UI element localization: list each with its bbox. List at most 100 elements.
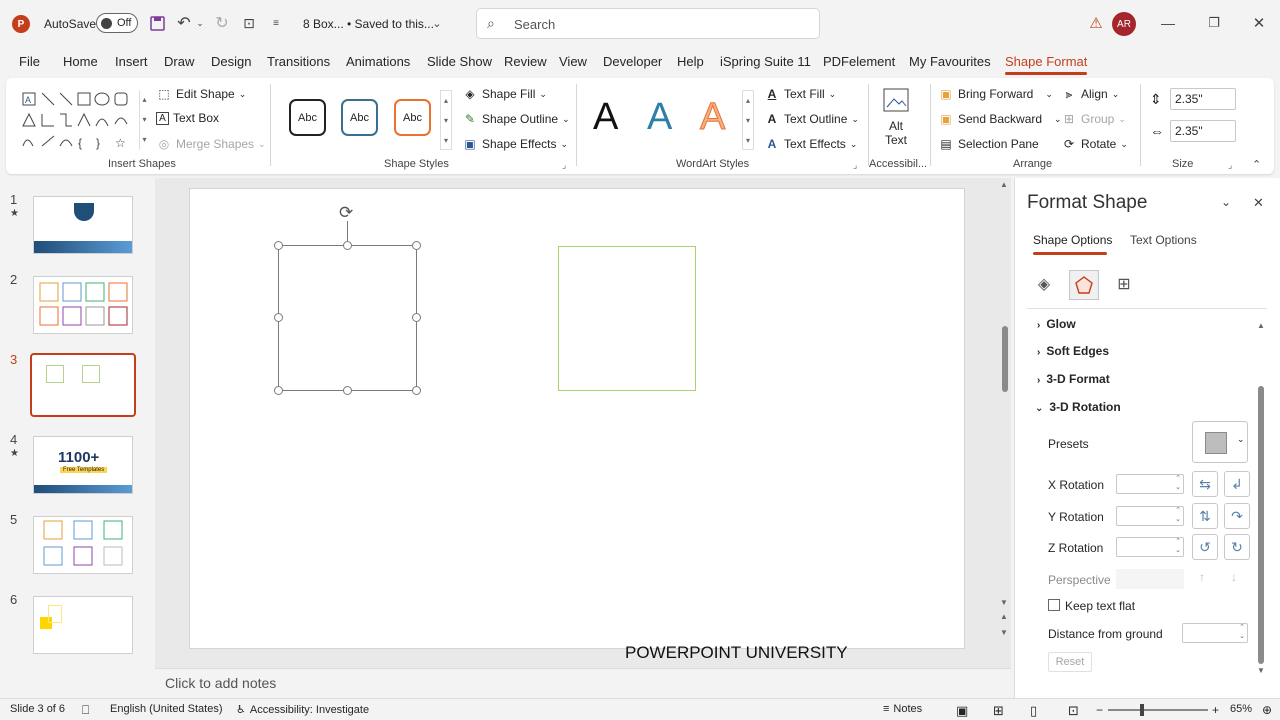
tab-help[interactable]: Help: [677, 54, 704, 69]
resize-handle-ne[interactable]: [412, 241, 421, 250]
pane-scroll-up-icon[interactable]: ▲: [1257, 321, 1265, 330]
avatar[interactable]: AR: [1112, 12, 1136, 36]
fit-slide-icon[interactable]: ⊕: [1262, 703, 1272, 717]
title-dropdown-icon[interactable]: ⌄: [430, 14, 444, 32]
pane-scroll-thumb[interactable]: [1258, 386, 1264, 664]
shape-effects-button[interactable]: ▣ Shape Effects ⌄: [462, 136, 568, 152]
tab-review[interactable]: Review: [504, 54, 547, 69]
tab-ispring[interactable]: iSpring Suite 11: [720, 54, 811, 69]
alt-text-button[interactable]: Alt Text: [876, 86, 916, 156]
resize-handle-e[interactable]: [412, 313, 421, 322]
editor-scrollbar[interactable]: ▲ ▼ ▲ ▼: [1000, 180, 1011, 644]
text-box-button[interactable]: A Text Box: [156, 111, 219, 125]
normal-view-icon[interactable]: ▣: [956, 703, 968, 719]
z-rotate-right-icon[interactable]: ↻: [1224, 534, 1250, 560]
shape-fill-button[interactable]: ◈ Shape Fill ⌄: [462, 86, 547, 102]
edit-shape-button[interactable]: ⬚ Edit Shape ⌄: [156, 86, 246, 102]
collapse-ribbon-icon[interactable]: ⌃: [1252, 158, 1261, 171]
slide-thumbnail-2[interactable]: [33, 276, 133, 334]
dialog-launcher-icon[interactable]: ⌟: [1228, 160, 1232, 171]
notes-button[interactable]: ≡ Notes: [883, 703, 922, 715]
previous-slide-icon[interactable]: ▲: [1000, 612, 1008, 621]
warning-icon[interactable]: ⚠: [1087, 14, 1105, 32]
dialog-launcher-icon[interactable]: ⌟: [853, 160, 857, 171]
save-icon[interactable]: [148, 14, 166, 32]
pane-close-icon[interactable]: ✕: [1253, 195, 1264, 211]
customize-toolbar-icon[interactable]: ≡: [270, 14, 282, 32]
effects-icon[interactable]: [1069, 270, 1099, 300]
close-icon[interactable]: ✕: [1249, 14, 1269, 32]
dialog-launcher-icon[interactable]: ⌟: [562, 160, 566, 171]
document-title[interactable]: 8 Box... • Saved to this...: [303, 17, 434, 31]
resize-handle-n[interactable]: [343, 241, 352, 250]
x-rotation-input[interactable]: [1116, 474, 1184, 494]
shape-style-preset-1[interactable]: Abc: [289, 99, 326, 136]
tab-file[interactable]: File: [19, 54, 40, 69]
pane-scroll-down-icon[interactable]: ▼: [1257, 666, 1265, 675]
rotate-button[interactable]: ⟳ Rotate ⌄: [1061, 136, 1128, 152]
spelling-icon[interactable]: ⎕: [82, 703, 89, 718]
resize-handle-s[interactable]: [343, 386, 352, 395]
resize-handle-sw[interactable]: [274, 386, 283, 395]
shape-style-preset-2[interactable]: Abc: [341, 99, 378, 136]
wordart-preset-orange[interactable]: A: [699, 96, 725, 139]
tab-animations[interactable]: Animations: [346, 54, 410, 69]
tab-slide-show[interactable]: Slide Show: [427, 54, 492, 69]
slide-thumbnail-4[interactable]: 1100+ Free Templates: [33, 436, 133, 494]
tab-view[interactable]: View: [559, 54, 587, 69]
y-rotate-up-icon[interactable]: ⇅: [1192, 503, 1218, 529]
merge-shapes-button[interactable]: ◎ Merge Shapes ⌄: [156, 136, 266, 152]
send-backward-button[interactable]: ▣ Send Backward ⌄: [938, 111, 1061, 127]
language-indicator[interactable]: English (United States): [110, 703, 223, 715]
scroll-up-icon[interactable]: ▲: [1000, 180, 1008, 189]
shape-width-input[interactable]: 2.35": [1170, 120, 1236, 142]
accessibility-status[interactable]: ♿ Accessibility: Investigate: [236, 703, 369, 717]
shape-outline-button[interactable]: ✎ Shape Outline ⌄: [462, 111, 570, 127]
reset-button[interactable]: Reset: [1048, 652, 1092, 672]
shape-height-input[interactable]: 2.35": [1170, 88, 1236, 110]
zoom-out-icon[interactable]: −: [1096, 703, 1103, 717]
slide-canvas[interactable]: ⟳: [189, 188, 965, 649]
undo-dropdown-icon[interactable]: ⌄: [195, 14, 205, 32]
tab-insert[interactable]: Insert: [115, 54, 148, 69]
restore-icon[interactable]: ❐: [1204, 14, 1224, 32]
selection-pane-button[interactable]: ▤ Selection Pane: [938, 136, 1038, 152]
shapes-gallery[interactable]: A {} ☆: [20, 90, 142, 150]
scroll-down-icon[interactable]: ▼: [1000, 598, 1008, 607]
zoom-in-icon[interactable]: +: [1212, 703, 1219, 717]
x-rotate-right-icon[interactable]: ↲: [1224, 471, 1250, 497]
next-slide-icon[interactable]: ▼: [1000, 628, 1008, 637]
tab-text-options[interactable]: Text Options: [1130, 233, 1197, 247]
size-properties-icon[interactable]: ⊞: [1113, 274, 1135, 296]
keep-text-flat-checkbox[interactable]: [1048, 599, 1060, 611]
notes-area[interactable]: Click to add notes: [155, 668, 1011, 698]
search-box[interactable]: ⌕ Search: [476, 8, 820, 39]
zoom-level[interactable]: 65%: [1230, 703, 1252, 715]
scroll-thumb[interactable]: [1002, 326, 1008, 392]
slide-thumbnail-1[interactable]: [33, 196, 133, 254]
redo-icon[interactable]: ↻: [212, 14, 232, 32]
section-3d-format[interactable]: › 3-D Format: [1037, 372, 1110, 386]
resize-handle-w[interactable]: [274, 313, 283, 322]
group-button[interactable]: ⊞ Group ⌄: [1061, 111, 1126, 127]
tab-pdfelement[interactable]: PDFelement: [823, 54, 895, 69]
slide-thumbnail-3[interactable]: [30, 353, 136, 417]
wordart-preset-black[interactable]: A: [593, 96, 618, 139]
slide-thumbnail-5[interactable]: [33, 516, 133, 574]
align-button[interactable]: ⫸ Align ⌄: [1061, 86, 1120, 102]
y-rotation-input[interactable]: [1116, 506, 1184, 526]
tab-design[interactable]: Design: [211, 54, 251, 69]
shapes-gallery-scroll-icon[interactable]: ▴ ▾ ▾: [139, 90, 149, 150]
tab-developer[interactable]: Developer: [603, 54, 662, 69]
wordart-preset-blue[interactable]: A: [647, 96, 672, 139]
presets-dropdown[interactable]: ⌄: [1192, 421, 1248, 463]
tab-draw[interactable]: Draw: [164, 54, 194, 69]
slide-sorter-icon[interactable]: ⊞: [993, 703, 1004, 719]
x-rotate-left-icon[interactable]: ⇆: [1192, 471, 1218, 497]
tab-transitions[interactable]: Transitions: [267, 54, 330, 69]
present-icon[interactable]: ⊡: [240, 14, 258, 32]
autosave-toggle[interactable]: Off: [96, 13, 138, 33]
zoom-slider[interactable]: [1108, 704, 1208, 716]
bring-forward-button[interactable]: ▣ Bring Forward ⌄: [938, 86, 1053, 102]
wordart-scroll-icon[interactable]: ▴ ▾ ▾: [742, 90, 754, 150]
